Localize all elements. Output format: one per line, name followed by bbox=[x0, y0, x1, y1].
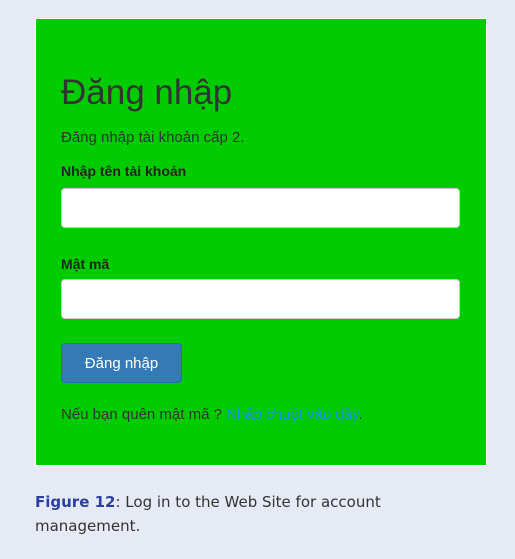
password-input[interactable] bbox=[61, 279, 460, 319]
login-title: Đăng nhập bbox=[61, 73, 233, 112]
username-label: Nhập tên tài khoản bbox=[61, 163, 187, 179]
figure-caption: Figure 12: Log in to the Web Site for ac… bbox=[35, 490, 490, 538]
forgot-password-row: Nếu bạn quên mật mã ? Nhấp chuột vào đây… bbox=[61, 406, 363, 423]
login-panel: Đăng nhập Đăng nhập tài khoản cấp 2. Nhậ… bbox=[35, 18, 487, 466]
forgot-password-text: Nếu bạn quên mật mã ? bbox=[61, 406, 222, 423]
username-input[interactable] bbox=[61, 188, 460, 228]
forgot-password-end: . bbox=[358, 406, 363, 423]
caption-label: Figure 12 bbox=[35, 493, 116, 511]
forgot-password-link[interactable]: Nhấp chuột vào đây bbox=[226, 406, 358, 423]
login-subtitle: Đăng nhập tài khoản cấp 2. bbox=[61, 129, 245, 146]
figure-frame: Đăng nhập Đăng nhập tài khoản cấp 2. Nhậ… bbox=[0, 0, 515, 559]
login-button[interactable]: Đăng nhập bbox=[61, 343, 182, 383]
password-label: Mật mã bbox=[61, 256, 110, 272]
